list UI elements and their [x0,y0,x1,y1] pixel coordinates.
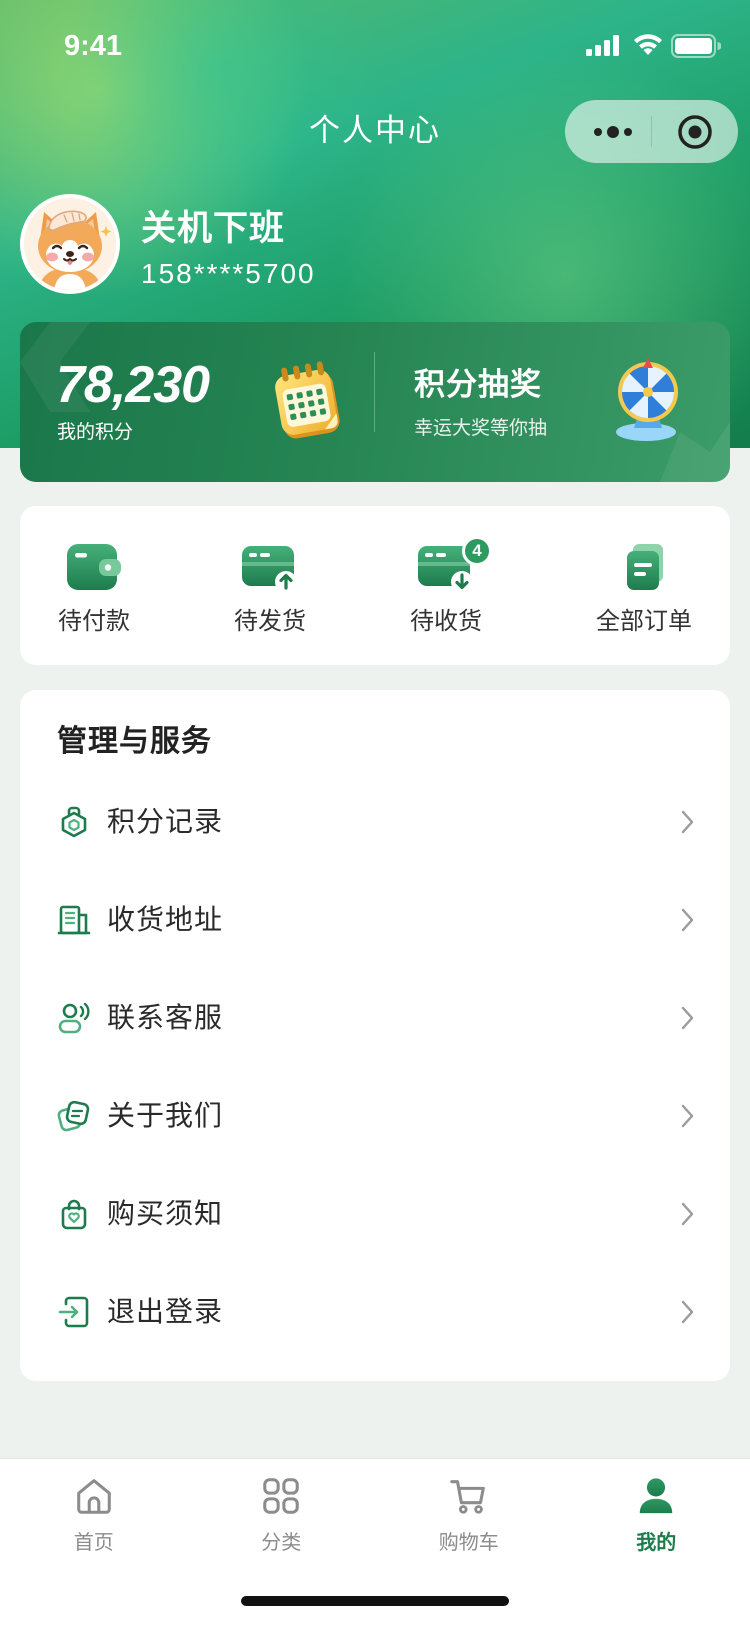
tab-label: 分类 [188,1529,376,1555]
customer-service-icon [57,1001,91,1035]
cellular-signal-icon [586,34,622,58]
service-label: 收货地址 [107,901,223,939]
chevron-right-icon [679,1299,695,1325]
shiba-dog-avatar-icon [24,198,116,290]
order-label: 全部订单 [574,604,714,638]
order-pending-payment[interactable]: 待付款 [24,506,164,665]
wifi-icon [632,33,664,57]
service-label: 购买须知 [107,1195,223,1233]
home-icon [0,1475,188,1517]
points-value: 78,230 [56,356,209,414]
tab-label: 购物车 [375,1529,563,1555]
order-label: 待收货 [376,604,516,638]
close-button[interactable] [665,100,725,163]
tab-label: 首页 [0,1529,188,1555]
home-indicator [241,1596,509,1606]
cart-icon [375,1475,563,1517]
battery-icon [671,34,721,58]
category-grid-icon [188,1475,376,1517]
service-label: 积分记录 [107,803,223,841]
user-phone: 158****5700 [141,255,316,293]
order-count-badge: 4 [462,536,492,566]
avatar[interactable] [20,194,120,294]
chevron-right-icon [679,809,695,835]
chevron-right-icon [679,907,695,933]
building-icon [57,903,91,937]
receiving-card-icon [376,542,516,596]
chevron-right-icon [679,1005,695,1031]
points-label: 我的积分 [57,419,133,445]
service-item-address[interactable]: 收货地址 [20,871,730,969]
order-pending-shipment[interactable]: 待发货 [200,506,340,665]
user-name: 关机下班 [141,206,285,252]
order-label: 待付款 [24,604,164,638]
tab-home[interactable]: 首页 [0,1459,188,1625]
calendar-icon [270,358,346,442]
more-button[interactable] [577,100,649,163]
mini-program-capsule [565,100,738,163]
service-item-purchase-notice[interactable]: 购买须知 [20,1165,730,1263]
service-item-points-record[interactable]: 积分记录 [20,773,730,871]
orders-card: 待付款 待发货 4 待收货 [20,506,730,665]
service-item-about-us[interactable]: 关于我们 [20,1067,730,1165]
service-item-logout[interactable]: 退出登录 [20,1263,730,1361]
points-badge-icon [57,805,91,839]
order-all[interactable]: 全部订单 [574,506,714,665]
prize-wheel-icon [608,356,688,444]
about-cards-icon [57,1099,91,1133]
order-pending-receipt[interactable]: 4 待收货 [376,506,516,665]
service-label: 退出登录 [107,1293,223,1331]
tab-label: 我的 [563,1529,750,1555]
tab-mine[interactable]: 我的 [563,1459,750,1625]
wallet-icon [24,542,164,596]
chevron-right-icon [679,1103,695,1129]
points-card: 78,230 我的积分 [20,322,730,482]
service-label: 关于我们 [107,1097,223,1135]
user-icon [563,1475,750,1517]
card-divider [374,352,375,432]
service-item-customer-service[interactable]: 联系客服 [20,969,730,1067]
close-target-icon [677,114,713,150]
logout-icon [57,1295,91,1329]
shipping-card-icon [200,542,340,596]
shopping-bag-icon [57,1197,91,1231]
services-title: 管理与服务 [57,720,212,764]
more-dots-icon [592,124,634,140]
service-label: 联系客服 [107,999,223,1037]
chevron-right-icon [679,1201,695,1227]
lottery-subtitle: 幸运大奖等你抽 [414,415,547,441]
status-time: 9:41 [64,26,122,66]
order-list-icon [574,542,714,596]
capsule-divider [651,116,652,147]
lottery-title: 积分抽奖 [414,364,542,406]
services-card: 管理与服务 积分记录 收货地址 联系客服 [20,690,730,1381]
order-label: 待发货 [200,604,340,638]
